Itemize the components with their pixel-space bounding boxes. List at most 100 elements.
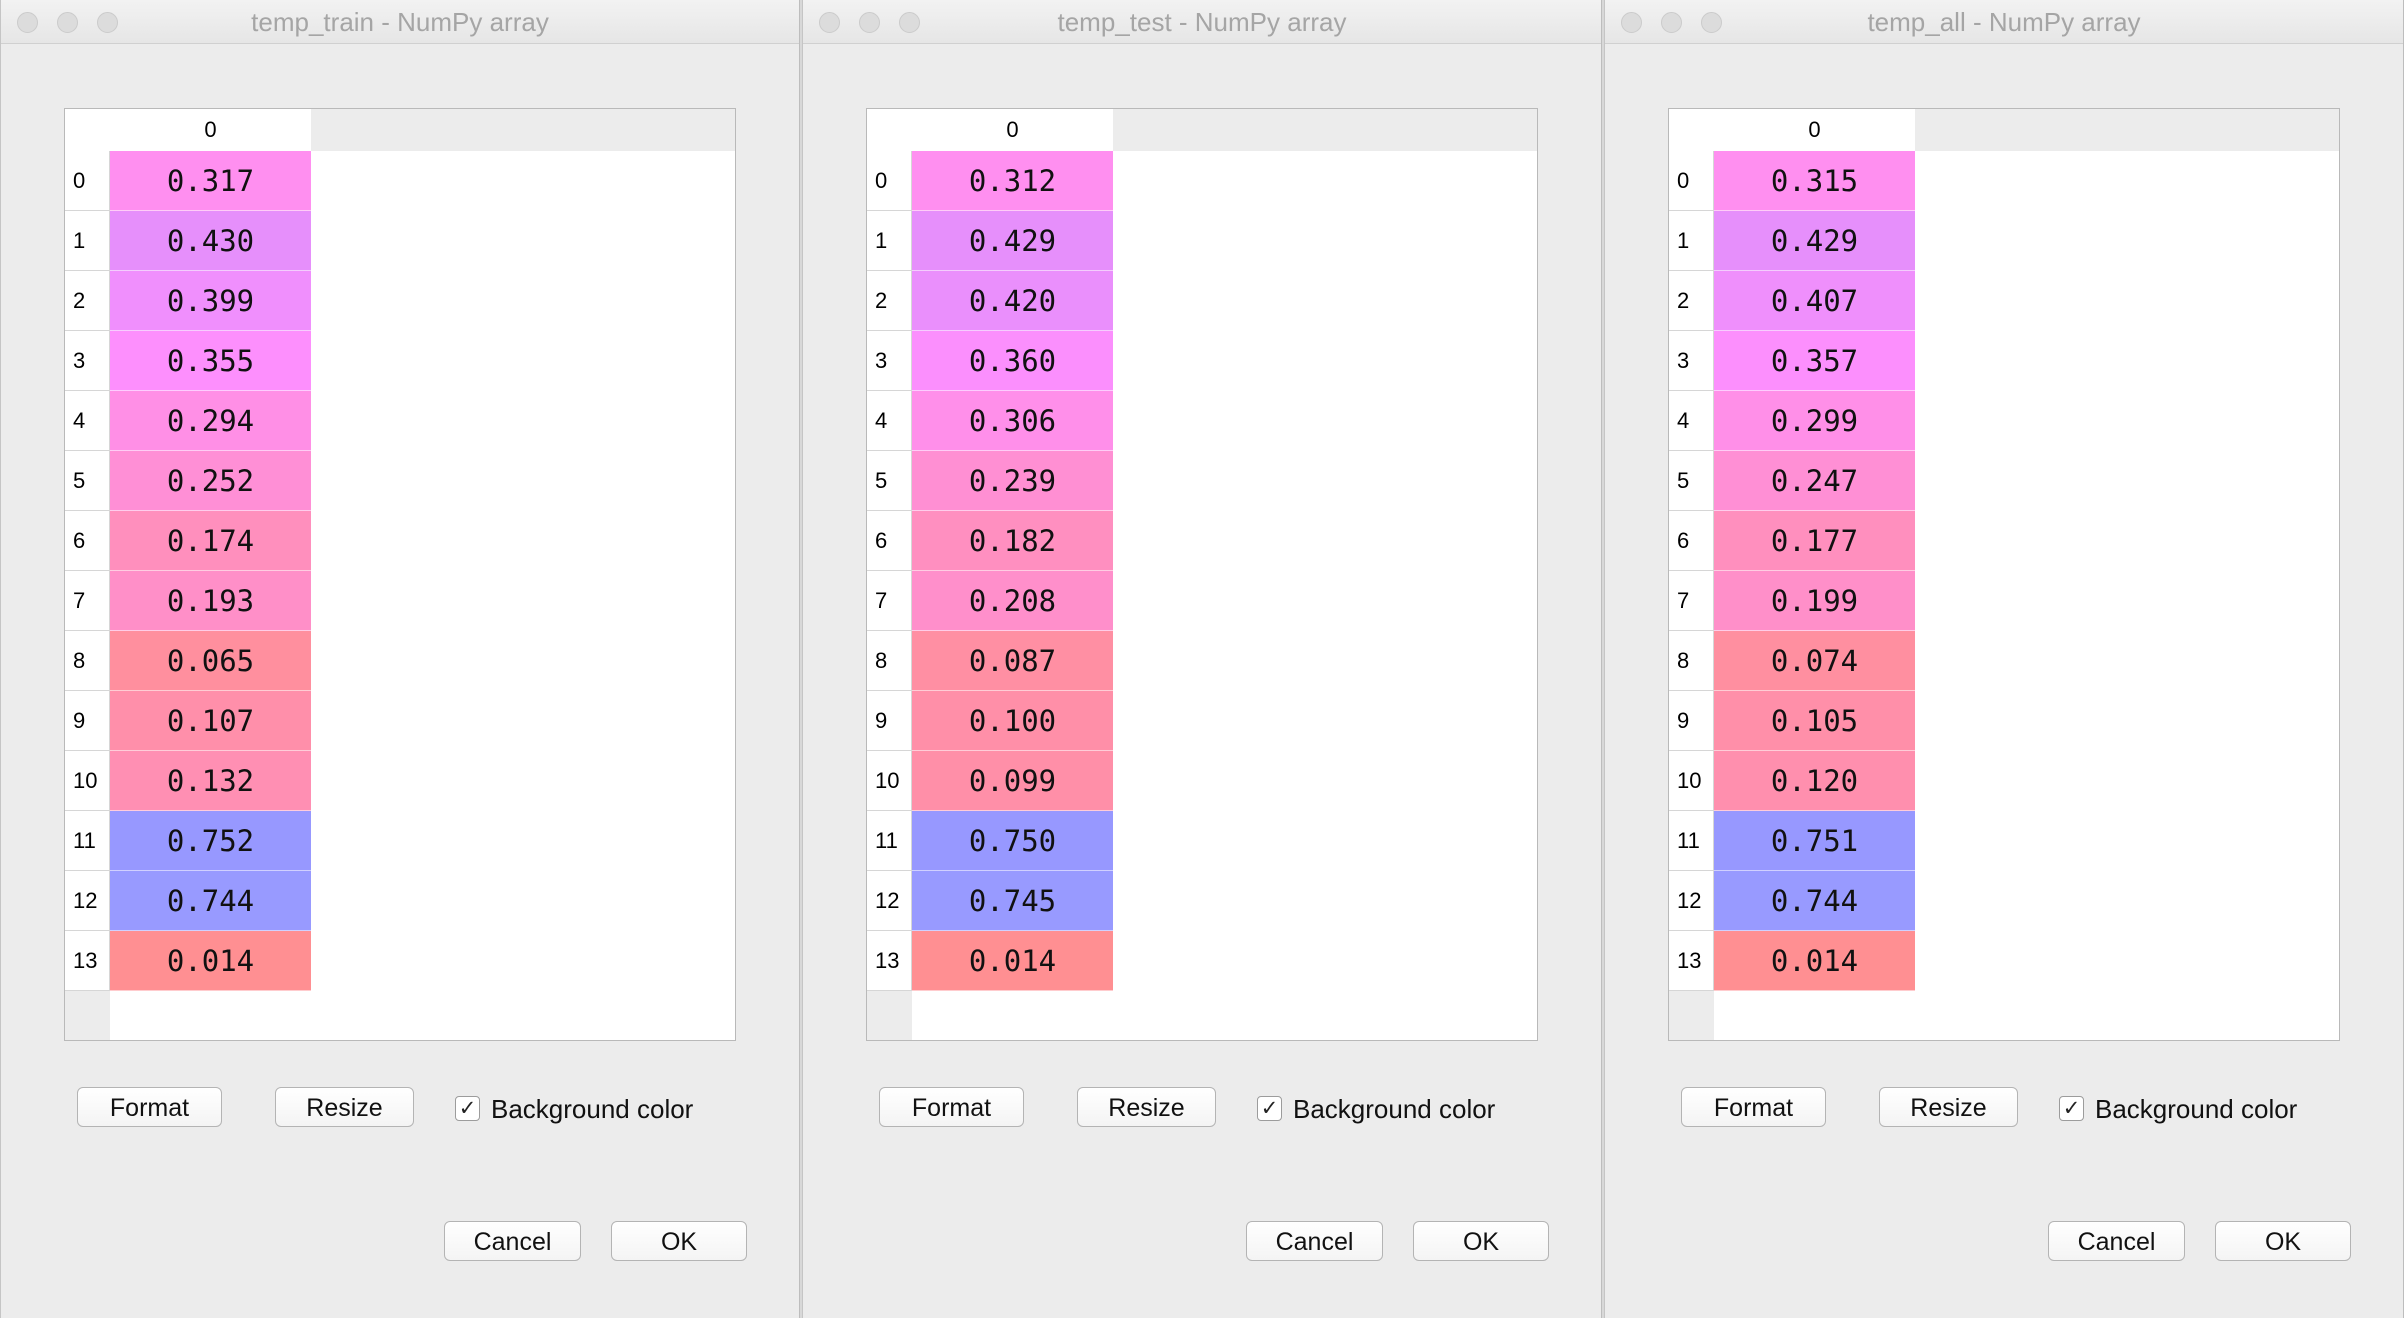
resize-button[interactable]: Resize [275, 1087, 414, 1127]
background-color-label[interactable]: Background color [491, 1091, 693, 1127]
array-cell[interactable]: 0.107 [110, 691, 311, 751]
array-cell[interactable]: 0.420 [912, 271, 1113, 331]
row-index[interactable]: 5 [867, 451, 912, 511]
array-table[interactable]: 0 0 0.315 1 0.429 2 0.407 3 0.357 4 0.299 5 0.247 6 0… [1668, 108, 2340, 1041]
array-cell[interactable]: 0.360 [912, 331, 1113, 391]
array-cell[interactable]: 0.174 [110, 511, 311, 571]
ok-button[interactable]: OK [2215, 1221, 2351, 1261]
array-cell[interactable]: 0.429 [912, 211, 1113, 271]
row-index[interactable]: 10 [1669, 751, 1714, 811]
row-index[interactable]: 11 [65, 811, 110, 871]
array-cell[interactable]: 0.745 [912, 871, 1113, 931]
array-cell[interactable]: 0.105 [1714, 691, 1915, 751]
array-cell[interactable]: 0.355 [110, 331, 311, 391]
array-cell[interactable]: 0.429 [1714, 211, 1915, 271]
array-cell[interactable]: 0.744 [110, 871, 311, 931]
array-cell[interactable]: 0.014 [1714, 931, 1915, 991]
background-color-checkbox[interactable]: ✓ [2059, 1096, 2084, 1121]
background-color-label[interactable]: Background color [1293, 1091, 1495, 1127]
resize-button[interactable]: Resize [1879, 1087, 2018, 1127]
background-color-checkbox[interactable]: ✓ [1257, 1096, 1282, 1121]
row-index[interactable]: 13 [65, 931, 110, 991]
row-index[interactable]: 10 [65, 751, 110, 811]
array-cell[interactable]: 0.065 [110, 631, 311, 691]
title-bar[interactable]: temp_test - NumPy array [803, 0, 1601, 44]
array-cell[interactable]: 0.193 [110, 571, 311, 631]
background-color-label[interactable]: Background color [2095, 1091, 2297, 1127]
array-cell[interactable]: 0.132 [110, 751, 311, 811]
row-index[interactable]: 13 [1669, 931, 1714, 991]
row-index[interactable]: 7 [65, 571, 110, 631]
array-cell[interactable]: 0.087 [912, 631, 1113, 691]
ok-button[interactable]: OK [1413, 1221, 1549, 1261]
row-index[interactable]: 1 [1669, 211, 1714, 271]
array-cell[interactable]: 0.247 [1714, 451, 1915, 511]
format-button[interactable]: Format [1681, 1087, 1826, 1127]
row-index[interactable]: 5 [1669, 451, 1714, 511]
array-cell[interactable]: 0.299 [1714, 391, 1915, 451]
array-cell[interactable]: 0.239 [912, 451, 1113, 511]
resize-button[interactable]: Resize [1077, 1087, 1216, 1127]
row-index[interactable]: 3 [867, 331, 912, 391]
row-index[interactable]: 2 [65, 271, 110, 331]
column-header-0[interactable]: 0 [110, 109, 311, 151]
array-cell[interactable]: 0.399 [110, 271, 311, 331]
column-header-0[interactable]: 0 [1714, 109, 1915, 151]
array-cell[interactable]: 0.074 [1714, 631, 1915, 691]
row-index[interactable]: 0 [1669, 151, 1714, 211]
array-table[interactable]: 0 0 0.317 1 0.430 2 0.399 3 0.355 4 0.294 5 0.252 6 0… [64, 108, 736, 1041]
cancel-button[interactable]: Cancel [1246, 1221, 1383, 1261]
cancel-button[interactable]: Cancel [2048, 1221, 2185, 1261]
row-index[interactable]: 11 [1669, 811, 1714, 871]
row-index[interactable]: 7 [1669, 571, 1714, 631]
array-cell[interactable]: 0.306 [912, 391, 1113, 451]
array-cell[interactable]: 0.014 [912, 931, 1113, 991]
array-cell[interactable]: 0.312 [912, 151, 1113, 211]
column-header-0[interactable]: 0 [912, 109, 1113, 151]
array-cell[interactable]: 0.744 [1714, 871, 1915, 931]
background-color-checkbox[interactable]: ✓ [455, 1096, 480, 1121]
cancel-button[interactable]: Cancel [444, 1221, 581, 1261]
row-index[interactable]: 0 [65, 151, 110, 211]
row-index[interactable]: 8 [65, 631, 110, 691]
ok-button[interactable]: OK [611, 1221, 747, 1261]
format-button[interactable]: Format [77, 1087, 222, 1127]
row-index[interactable]: 2 [1669, 271, 1714, 331]
row-index[interactable]: 8 [867, 631, 912, 691]
row-index[interactable]: 10 [867, 751, 912, 811]
array-cell[interactable]: 0.315 [1714, 151, 1915, 211]
row-index[interactable]: 9 [867, 691, 912, 751]
array-cell[interactable]: 0.430 [110, 211, 311, 271]
array-cell[interactable]: 0.317 [110, 151, 311, 211]
title-bar[interactable]: temp_train - NumPy array [1, 0, 799, 44]
row-index[interactable]: 13 [867, 931, 912, 991]
row-index[interactable]: 3 [1669, 331, 1714, 391]
array-cell[interactable]: 0.099 [912, 751, 1113, 811]
format-button[interactable]: Format [879, 1087, 1024, 1127]
title-bar[interactable]: temp_all - NumPy array [1605, 0, 2403, 44]
array-cell[interactable]: 0.294 [110, 391, 311, 451]
array-cell[interactable]: 0.752 [110, 811, 311, 871]
row-index[interactable]: 2 [867, 271, 912, 331]
array-cell[interactable]: 0.100 [912, 691, 1113, 751]
row-index[interactable]: 4 [867, 391, 912, 451]
row-index[interactable]: 6 [1669, 511, 1714, 571]
row-index[interactable]: 3 [65, 331, 110, 391]
row-index[interactable]: 6 [65, 511, 110, 571]
row-index[interactable]: 5 [65, 451, 110, 511]
row-index[interactable]: 9 [65, 691, 110, 751]
array-table[interactable]: 0 0 0.312 1 0.429 2 0.420 3 0.360 4 0.306 5 0.239 6 0… [866, 108, 1538, 1041]
array-cell[interactable]: 0.120 [1714, 751, 1915, 811]
row-index[interactable]: 8 [1669, 631, 1714, 691]
array-cell[interactable]: 0.199 [1714, 571, 1915, 631]
row-index[interactable]: 12 [867, 871, 912, 931]
array-cell[interactable]: 0.182 [912, 511, 1113, 571]
row-index[interactable]: 6 [867, 511, 912, 571]
array-cell[interactable]: 0.750 [912, 811, 1113, 871]
array-cell[interactable]: 0.208 [912, 571, 1113, 631]
row-index[interactable]: 12 [65, 871, 110, 931]
array-cell[interactable]: 0.014 [110, 931, 311, 991]
array-cell[interactable]: 0.252 [110, 451, 311, 511]
row-index[interactable]: 4 [1669, 391, 1714, 451]
array-cell[interactable]: 0.357 [1714, 331, 1915, 391]
